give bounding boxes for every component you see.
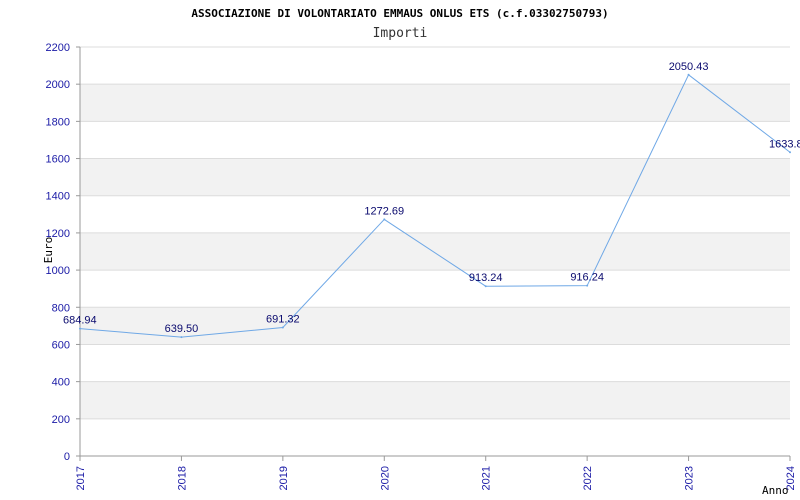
data-label: 913.24 [469,272,503,284]
x-tick-label: 2023 [684,466,696,490]
data-label: 1272.69 [364,205,404,217]
data-point [789,151,791,154]
x-axis-title: Anno [762,484,789,497]
x-tick-labels: 2017 2018 2019 2020 2021 2022 2023 2024 [75,466,797,490]
y-tick-label: 200 [52,414,70,426]
y-tick-label: 600 [52,339,70,351]
x-tick-label: 2019 [278,466,290,490]
data-label: 2050.43 [669,61,709,73]
y-tick-label: 800 [52,302,70,314]
data-point [687,73,690,76]
data-point [586,284,589,287]
data-point [484,285,487,288]
grid-band [80,84,790,122]
y-axis-title: Euro [42,237,55,264]
x-tick-label: 2021 [481,466,493,490]
x-tick-label: 2017 [75,466,87,490]
data-label: 691.32 [266,313,300,325]
grid-band [80,381,790,419]
data-point [383,218,386,221]
y-tick-label: 400 [52,377,70,389]
background-bands [80,84,790,419]
grid-band [80,158,790,196]
data-point [281,326,284,329]
data-label: 916.24 [570,272,604,284]
y-tick-label: 2000 [46,79,70,91]
x-tick-label: 2020 [379,466,391,490]
y-tick-label: 1000 [46,265,70,277]
data-point [79,327,81,330]
grid-band [80,232,790,271]
data-label: 1633.8 [769,138,800,150]
x-tick-label: 2018 [176,466,188,490]
x-tick-label: 2022 [582,466,594,490]
data-label: 684.94 [63,315,97,327]
line-chart: 0200400600800100012001400160018002000220… [42,7,800,497]
y-tick-label: 1600 [46,154,70,166]
y-tick-label: 1400 [46,191,70,203]
data-label: 639.50 [165,323,199,335]
y-tick-label: 2200 [46,42,70,54]
chart-title: ASSOCIAZIONE DI VOLONTARIATO EMMAUS ONLU… [191,7,608,20]
chart-subtitle: Importi [373,26,428,41]
y-tick-label: 0 [64,451,70,463]
y-tick-label: 1800 [46,116,70,128]
data-point [180,336,183,339]
